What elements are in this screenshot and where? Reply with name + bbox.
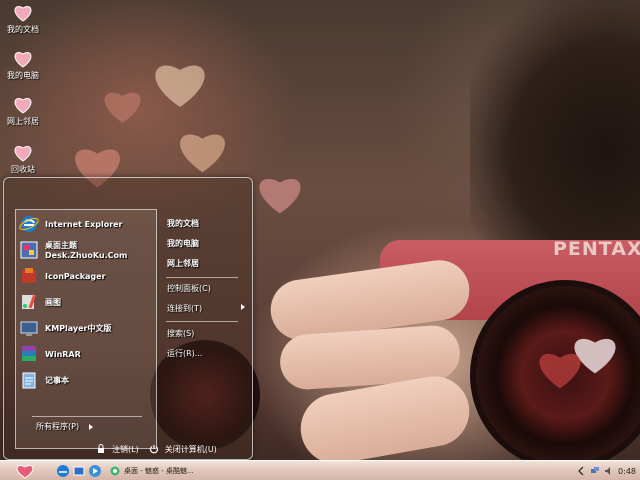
- start-item-kmplayer[interactable]: KMPlayer中文版: [19, 317, 155, 339]
- start-menu-bottom-bar: 注销(L) 关闭计算机(U): [96, 442, 251, 456]
- network-icon[interactable]: [590, 466, 600, 476]
- internet-explorer-icon: [19, 216, 39, 232]
- shutdown-button[interactable]: 关闭计算机(U): [149, 444, 217, 455]
- all-programs-button[interactable]: 所有程序(P): [36, 421, 94, 432]
- start-item-internet-explorer[interactable]: Internet Explorer: [19, 213, 155, 235]
- media-player-icon[interactable]: [88, 464, 102, 478]
- start-item-connect-to[interactable]: 连接到(T): [167, 301, 247, 315]
- winrar-icon: [22, 346, 36, 361]
- bokeh-heart-icon: [535, 345, 585, 391]
- start-item-desk-theme[interactable]: 桌面主题Desk.ZhuoKu.Com: [19, 239, 155, 261]
- heart-icon: [14, 146, 32, 162]
- desktop-icon-label: 我的电脑: [7, 71, 39, 80]
- separator: [166, 321, 238, 322]
- desktop-icon-my-computer[interactable]: 我的电脑: [0, 50, 46, 81]
- start-item-control-panel[interactable]: 控制面板(C): [167, 281, 247, 295]
- lock-icon: [98, 444, 104, 453]
- start-item-network[interactable]: 网上邻居: [167, 256, 247, 270]
- notepad-icon: [22, 372, 36, 389]
- heart-icon: [14, 52, 32, 68]
- taskbar: 桌面 - 魅惑 - 桌酷魅... 0:48: [0, 460, 640, 480]
- theme-icon: [20, 241, 38, 259]
- chevron-left-icon[interactable]: [576, 466, 586, 476]
- desktop-icon-network[interactable]: 网上邻居: [0, 96, 46, 127]
- heart-icon: [16, 464, 34, 479]
- start-item-my-documents[interactable]: 我的文档: [167, 216, 247, 230]
- show-desktop-icon[interactable]: [72, 464, 86, 478]
- clock[interactable]: 0:48: [618, 467, 636, 476]
- system-tray: 0:48: [576, 463, 636, 479]
- start-item-run[interactable]: 运行(R)...: [167, 346, 247, 360]
- iconpackager-icon: [22, 268, 36, 283]
- start-menu: Internet Explorer 桌面主题Desk.ZhuoKu.Com Ic…: [3, 177, 253, 460]
- desktop-icon-label: 我的文档: [7, 25, 39, 34]
- logoff-button[interactable]: 注销(L): [96, 444, 139, 455]
- start-item-notepad[interactable]: 记事本: [19, 369, 155, 391]
- desktop-icon-recycle-bin[interactable]: 回收站: [0, 144, 46, 175]
- bokeh-heart-icon: [100, 85, 145, 125]
- arrow-right-icon: [241, 304, 245, 310]
- browser-icon: [110, 466, 120, 476]
- start-menu-pinned-panel: Internet Explorer 桌面主题Desk.ZhuoKu.Com Ic…: [15, 209, 157, 449]
- arrow-right-icon: [89, 423, 94, 430]
- desktop-icon-label: 网上邻居: [7, 117, 39, 126]
- desktop-icon-my-documents[interactable]: 我的文档: [0, 4, 46, 35]
- separator: [166, 277, 238, 278]
- kmplayer-icon: [20, 321, 38, 336]
- heart-icon: [14, 6, 32, 22]
- start-item-paint[interactable]: 画图: [19, 291, 155, 313]
- internet-explorer-icon[interactable]: [56, 464, 70, 478]
- paint-icon: [22, 294, 37, 309]
- separator: [32, 416, 142, 417]
- camera-logo: PENTAX: [553, 238, 640, 260]
- start-item-winrar[interactable]: WinRAR: [19, 343, 155, 365]
- bokeh-heart-icon: [175, 125, 230, 175]
- bokeh-heart-icon: [255, 170, 305, 216]
- bokeh-heart-icon: [150, 55, 210, 110]
- power-icon: [149, 445, 158, 454]
- start-button[interactable]: [10, 463, 40, 479]
- heart-icon: [14, 98, 32, 114]
- start-item-iconpackager[interactable]: IconPackager: [19, 265, 155, 287]
- desktop-icon-label: 回收站: [11, 165, 35, 174]
- start-item-my-computer[interactable]: 我的电脑: [167, 236, 247, 250]
- start-item-search[interactable]: 搜索(S): [167, 326, 247, 340]
- taskbar-window-button[interactable]: 桌面 - 魅惑 - 桌酷魅...: [110, 463, 210, 479]
- volume-icon[interactable]: [604, 466, 614, 476]
